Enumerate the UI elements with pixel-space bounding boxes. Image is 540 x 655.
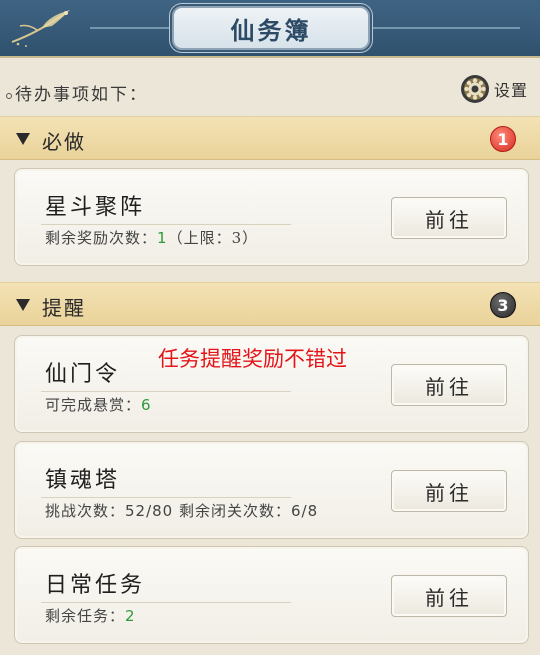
go-button[interactable]: 前往	[391, 364, 507, 406]
subheader: 待办事项如下： 设置	[0, 70, 540, 110]
title-plate: 仙务簿	[172, 6, 370, 50]
task-title: 仙门令	[45, 362, 121, 387]
count-badge: 1	[490, 126, 516, 152]
section-header-required[interactable]: 必做 1	[0, 116, 540, 160]
sub-prefix: 剩余任务：	[45, 607, 126, 625]
sub-value: 2	[125, 607, 136, 625]
triangle-down-icon	[16, 133, 30, 145]
task-title: 镇魂塔	[45, 468, 121, 493]
count-badge: 3	[490, 292, 516, 318]
task-card-xingdou: 星斗聚阵 剩余奖励次数：1（上限：3） 前往	[14, 168, 529, 266]
top-header: 仙务簿	[0, 0, 540, 58]
page-title: 仙务簿	[230, 15, 312, 45]
task-divider	[41, 391, 291, 392]
task-card-daily: 日常任务 剩余任务：2 前往	[14, 546, 529, 644]
crane-icon	[11, 10, 70, 47]
task-divider	[41, 602, 291, 603]
todo-label: 待办事项如下：	[15, 85, 148, 105]
task-title: 星斗聚阵	[45, 195, 146, 220]
go-button[interactable]: 前往	[391, 470, 507, 512]
task-subtitle: 挑战次数：52/80 剩余闭关次数：6/8	[45, 502, 319, 520]
task-subtitle: 可完成悬赏：6	[45, 394, 152, 415]
annotation-text: 任务提醒奖励不错过	[158, 347, 347, 371]
go-button[interactable]: 前往	[391, 197, 507, 239]
task-divider	[41, 224, 291, 225]
sub-prefix: 剩余奖励次数：	[45, 229, 158, 247]
section-label: 必做	[42, 130, 86, 154]
section-label: 提醒	[42, 296, 86, 320]
settings-label: 设置	[494, 81, 529, 100]
todo-heading: 待办事项如下：	[6, 80, 148, 105]
triangle-down-icon	[16, 299, 30, 311]
task-divider	[41, 497, 291, 498]
go-button[interactable]: 前往	[391, 575, 507, 617]
sub-prefix: 可完成悬赏：	[45, 396, 142, 414]
task-title: 日常任务	[45, 573, 146, 598]
header-divider-right	[370, 27, 520, 29]
gear-icon	[461, 75, 489, 103]
sub-value: 6	[141, 396, 152, 414]
task-subtitle: 剩余奖励次数：1（上限：3）	[45, 227, 258, 248]
task-card-zhenhunta: 镇魂塔 挑战次数：52/80 剩余闭关次数：6/8 前往	[14, 441, 529, 539]
section-header-reminder[interactable]: 提醒 3	[0, 282, 540, 326]
task-subtitle: 剩余任务：2	[45, 605, 136, 626]
sub-value: 1	[157, 229, 168, 247]
settings-button[interactable]: 设置	[460, 74, 528, 104]
header-divider-left	[90, 27, 170, 29]
bullet-icon	[6, 92, 12, 99]
sub-suffix: （上限：3）	[167, 229, 259, 247]
